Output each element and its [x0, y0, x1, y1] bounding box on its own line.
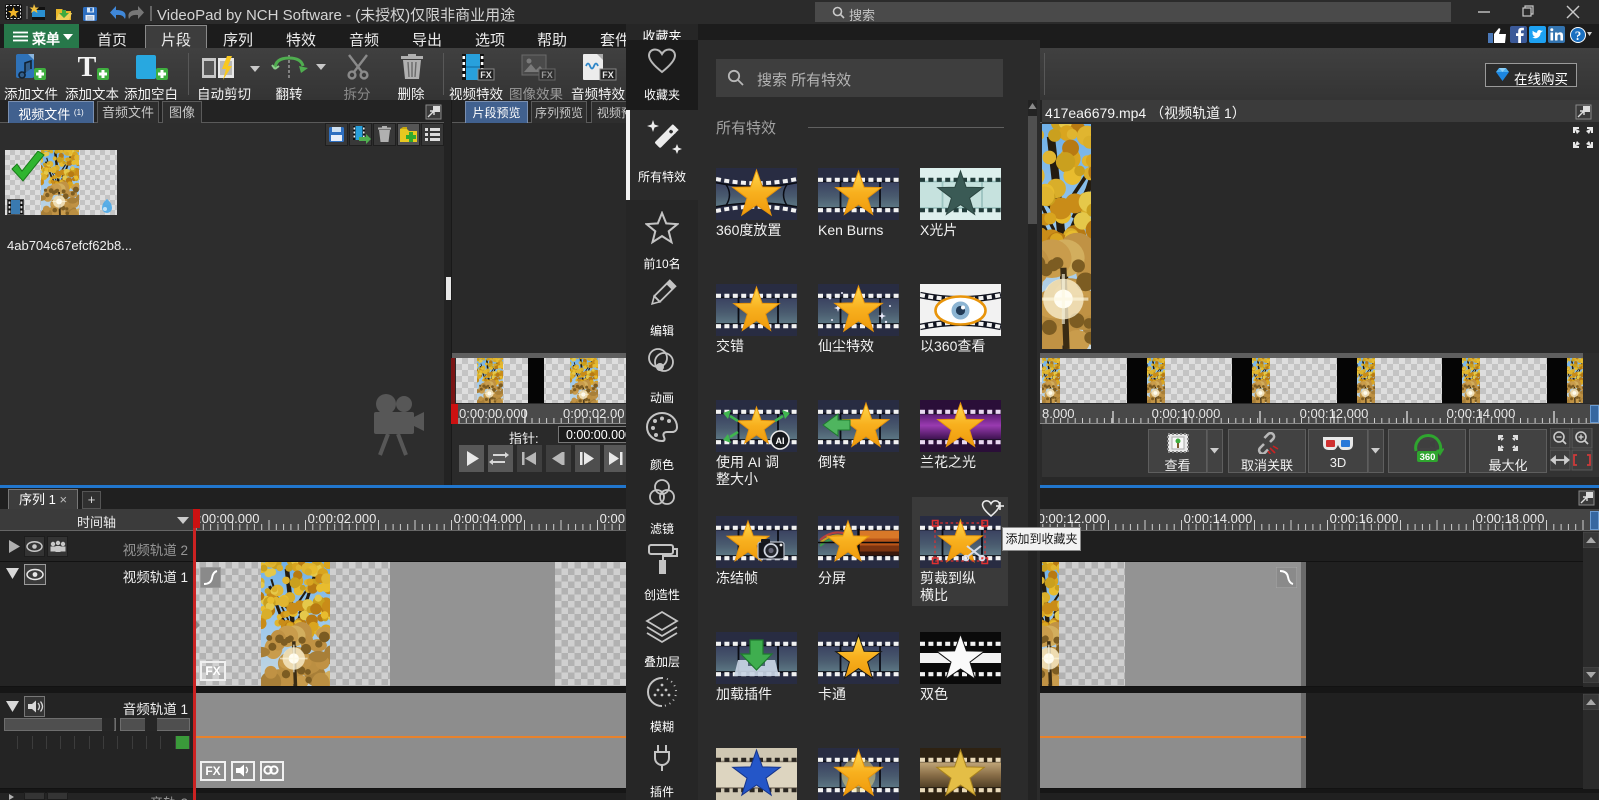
svg-text:AI: AI	[776, 436, 785, 446]
svg-text:FX: FX	[480, 70, 492, 80]
svg-text:FX: FX	[602, 70, 614, 80]
svg-text:T: T	[78, 52, 97, 82]
svg-text:360: 360	[1420, 452, 1436, 463]
svg-text:?: ?	[1575, 28, 1582, 43]
svg-text:FX: FX	[541, 70, 553, 80]
